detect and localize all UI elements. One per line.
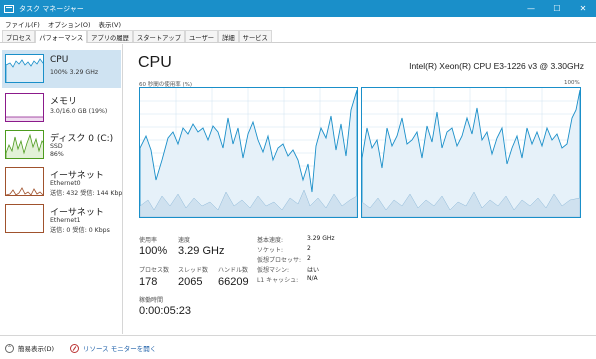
fewer-details-label: 簡易表示(D) (18, 345, 55, 353)
sidebar-item-detail: 3.0/16.0 GB (19%) (50, 108, 108, 115)
footer-bar: ⌃ 簡易表示(D) リソース モニターを開く (0, 335, 596, 359)
resource-monitor-link[interactable]: リソース モニターを開く (70, 343, 156, 353)
close-button[interactable]: ✕ (570, 0, 596, 17)
page-title: CPU (138, 54, 172, 71)
title-bar: タスク マネージャー — ☐ ✕ (0, 0, 596, 17)
tab-details[interactable]: 詳細 (218, 30, 239, 42)
maximize-button[interactable]: ☐ (544, 0, 570, 17)
tab-bar: プロセス パフォーマンス アプリの履歴 スタートアップ ユーザー 詳細 サービス (0, 30, 596, 43)
sidebar-item-detail: Ethernet0 (50, 180, 81, 187)
sidebar-item-ethernet1[interactable]: イーサネット Ethernet1 送信: 0 受信: 0 Kbps (2, 200, 121, 238)
tab-app-history[interactable]: アプリの履歴 (87, 30, 133, 42)
fewer-details-button[interactable]: ⌃ 簡易表示(D) (5, 343, 54, 353)
processes-label: プロセス数 (139, 267, 170, 274)
threads-label: スレッド数 (178, 267, 209, 274)
sidebar-item-detail: Ethernet1 (50, 217, 81, 224)
sidebar-item-detail: 送信: 432 受信: 144 Kbp (50, 190, 123, 197)
window-title: タスク マネージャー (19, 4, 84, 13)
sidebar-item-title: メモリ (50, 97, 78, 107)
uptime-label: 稼働時間 (139, 297, 164, 304)
speed-value: 3.29 GHz (178, 245, 225, 257)
memory-thumbnail-graph (5, 93, 44, 122)
utilization-value: 100% (139, 245, 168, 257)
virtual-processors-value: 2 (307, 255, 311, 262)
sidebar-item-memory[interactable]: メモリ 3.0/16.0 GB (19%) (2, 89, 121, 127)
tab-users[interactable]: ユーザー (185, 30, 219, 42)
virtual-processors-label: 仮想プロセッサ: (257, 257, 302, 264)
graph-max-label: 100% (564, 80, 580, 86)
ethernet1-thumbnail-graph (5, 204, 44, 233)
base-speed-label: 基本速度: (257, 237, 284, 244)
l1-cache-label: L1 キャッシュ: (257, 277, 299, 284)
tab-processes[interactable]: プロセス (2, 30, 36, 42)
cpu-thumbnail-graph (5, 54, 44, 83)
l1-cache-value: N/A (307, 275, 318, 282)
task-manager-icon (4, 4, 14, 13)
sockets-label: ソケット: (257, 247, 284, 254)
menu-view[interactable]: 表示(V) (97, 19, 128, 29)
resource-monitor-icon (70, 343, 79, 353)
ethernet0-thumbnail-graph (5, 167, 44, 196)
cpu-graph-core-1 (361, 87, 581, 218)
tab-performance[interactable]: パフォーマンス (35, 30, 88, 43)
sidebar-item-detail: 送信: 0 受信: 0 Kbps (50, 227, 110, 234)
cpu-graph-core-0 (139, 87, 358, 218)
sidebar-item-detail: SSD (50, 143, 63, 150)
menu-bar: ファイル(F) オプション(O) 表示(V) (0, 17, 596, 30)
chevron-up-icon: ⌃ (5, 343, 14, 353)
tab-startup[interactable]: スタートアップ (132, 30, 185, 42)
sidebar-item-ethernet0[interactable]: イーサネット Ethernet0 送信: 432 受信: 144 Kbp (2, 163, 123, 201)
menu-file[interactable]: ファイル(F) (3, 19, 46, 29)
handles-label: ハンドル数 (218, 267, 249, 274)
sockets-value: 2 (307, 245, 311, 252)
virtual-machine-value: はい (307, 267, 320, 274)
speed-label: 速度 (178, 237, 191, 244)
processes-value: 178 (139, 276, 158, 288)
menu-options[interactable]: オプション(O) (46, 19, 97, 29)
threads-value: 2065 (178, 276, 203, 288)
sidebar-item-title: CPU (50, 55, 69, 65)
sidebar-item-cpu[interactable]: CPU 100% 3.29 GHz (2, 50, 121, 88)
minimize-button[interactable]: — (518, 0, 544, 17)
disk-thumbnail-graph (5, 130, 44, 159)
handles-value: 66209 (218, 276, 249, 288)
processor-name: Intel(R) Xeon(R) CPU E3-1226 v3 @ 3.30GH… (409, 61, 584, 71)
uptime-value: 0:00:05:23 (139, 305, 191, 317)
utilization-label: 使用率 (139, 237, 158, 244)
base-speed-value: 3.29 GHz (307, 235, 335, 242)
resource-monitor-label: リソース モニターを開く (83, 345, 157, 353)
sidebar-item-detail: 86% (50, 151, 64, 158)
resource-sidebar: CPU 100% 3.29 GHz メモリ 3.0/16.0 GB (19%) … (0, 44, 123, 334)
tab-services[interactable]: サービス (238, 30, 272, 42)
sidebar-item-disk[interactable]: ディスク 0 (C:) SSD 86% (2, 126, 121, 164)
virtual-machine-label: 仮想マシン: (257, 267, 290, 274)
sidebar-item-detail: 100% 3.29 GHz (50, 69, 99, 76)
